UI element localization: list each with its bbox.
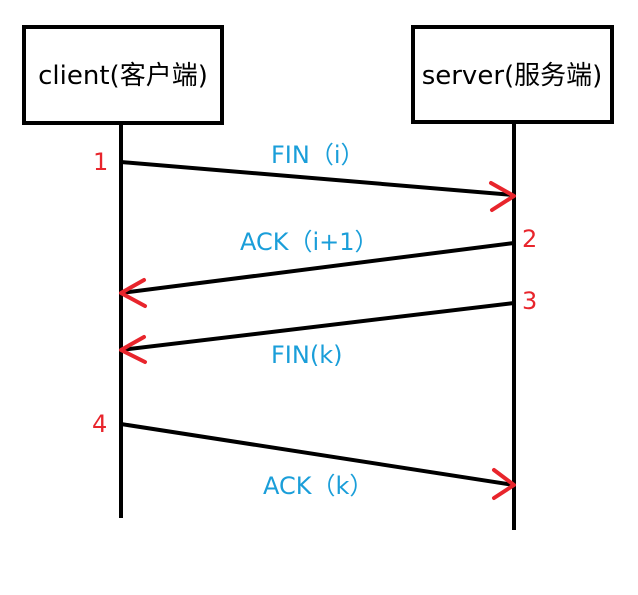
message-1-step-number: 1 — [93, 148, 108, 176]
message-3: 3 FIN(k) — [119, 287, 537, 369]
server-label: server(服务端) — [422, 61, 603, 91]
message-4-label: ACK（k） — [263, 472, 373, 500]
message-1-label: FIN（i） — [271, 141, 365, 169]
message-2: 2 ACK（i+1） — [119, 225, 537, 308]
message-3-label: FIN(k) — [271, 341, 342, 369]
message-4: 4 ACK（k） — [92, 410, 516, 500]
client-participant: client(客户端) — [22, 25, 224, 125]
tcp-four-way-handshake-diagram: client(客户端) server(服务端) 1 FIN（i） 2 ACK（i… — [22, 25, 614, 530]
message-4-step-number: 4 — [92, 410, 107, 438]
client-label: client(客户端) — [38, 61, 208, 91]
message-3-step-number: 3 — [522, 287, 537, 315]
message-2-label: ACK（i+1） — [240, 228, 379, 256]
server-participant: server(服务端) — [411, 25, 614, 124]
message-2-step-number: 2 — [522, 225, 537, 253]
message-1: 1 FIN（i） — [93, 141, 516, 212]
message-1-arrowhead — [489, 181, 516, 212]
